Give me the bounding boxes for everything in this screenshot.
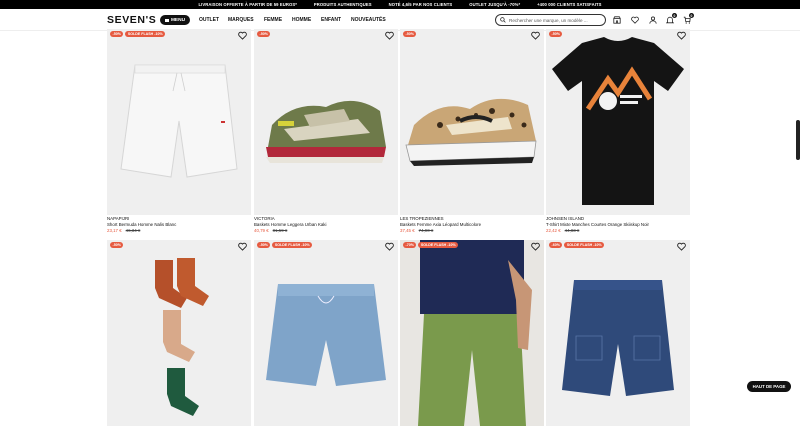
white-shorts-image: [120, 64, 238, 178]
wishlist-count-badge: 0: [672, 13, 677, 18]
menu-button[interactable]: MENU: [160, 15, 190, 25]
wishlist-heart-icon[interactable]: [677, 242, 686, 251]
discount-badge: -50%: [110, 242, 124, 248]
flash-sale-badge: SOLDE FLASH -10%: [564, 242, 605, 248]
search-input[interactable]: Rechercher une marque, un modèle ...: [495, 14, 606, 26]
promo-text: LIVRAISON OFFERTE À PARTIR DE 59 EUROS*: [198, 2, 297, 7]
discount-badge: -50%: [403, 31, 417, 37]
leopard-sneaker-image: [405, 98, 537, 166]
flash-sale-badge: SOLDE FLASH -10%: [125, 31, 166, 37]
black-tshirt-image: [552, 37, 684, 205]
site-logo[interactable]: SEVEN'S: [107, 14, 156, 26]
product-old-price: 46,34 €: [125, 228, 141, 233]
cart-icon[interactable]: 0: [682, 13, 694, 25]
nav-item-marques[interactable]: MARQUES: [228, 17, 254, 23]
search-icon: [500, 17, 506, 23]
discount-badge: -50%: [110, 31, 124, 37]
promo-text: +400 000 CLIENTS SATISFAITS: [537, 2, 602, 7]
wishlist-heart-icon[interactable]: [385, 31, 394, 40]
discount-badge: -50%: [257, 31, 271, 37]
promo-text: OUTLET JUSQU'À -70%*: [469, 2, 521, 7]
wishlist-heart-icon[interactable]: [531, 31, 540, 40]
product-price: 22,42 €: [546, 228, 561, 233]
discount-badge: -50%: [549, 31, 563, 37]
denim-shorts-image: [266, 284, 386, 386]
product-image[interactable]: [400, 29, 544, 215]
nav-item-enfant[interactable]: ENFANT: [321, 17, 341, 23]
discount-badge: -60%: [549, 242, 563, 248]
promo-text: PRODUITS AUTHENTIQUES: [313, 2, 372, 7]
discount-badge: -70%: [403, 242, 417, 248]
wishlist-heart-icon[interactable]: [385, 242, 394, 251]
menu-label: MENU: [170, 17, 186, 23]
wishlist-heart-icon[interactable]: [630, 15, 640, 25]
product-price: 23,17 €: [107, 228, 122, 233]
product-image[interactable]: [546, 240, 690, 426]
cart-count-badge: 0: [689, 13, 694, 18]
hamburger-icon: [164, 18, 169, 22]
dark-denim-shorts-image: [562, 280, 674, 396]
wishlist-heart-icon[interactable]: [531, 242, 540, 251]
search-placeholder: Rechercher une marque, un modèle ...: [509, 17, 588, 23]
product-image[interactable]: [546, 29, 690, 215]
product-old-price: 81,59 €: [272, 228, 288, 233]
page-scrollbar[interactable]: [796, 120, 800, 160]
product-old-price: 44,83 €: [564, 228, 580, 233]
product-image[interactable]: [254, 29, 398, 215]
promo-bar: LIVRAISON OFFERTE À PARTIR DE 59 EUROS* …: [0, 0, 800, 9]
flash-sale-badge: SOLDE FLASH -10%: [418, 242, 459, 248]
khaki-sneaker-image: [266, 100, 386, 163]
site-header: SEVEN'S MENU OUTLET MARQUES FEMME HOMME …: [0, 9, 800, 31]
nav-item-outlet[interactable]: OUTLET: [199, 17, 219, 23]
product-image[interactable]: [254, 240, 398, 426]
account-icon[interactable]: [648, 15, 658, 25]
nav-item-homme[interactable]: HOMME: [292, 17, 311, 23]
notifications-icon[interactable]: 0: [665, 13, 677, 25]
green-chinos-image: [418, 240, 532, 426]
product-image[interactable]: [107, 240, 251, 426]
product-price: 40,79 €: [254, 228, 269, 233]
product-old-price: 74,90 €: [418, 228, 434, 233]
product-image[interactable]: [400, 240, 544, 426]
nav-item-femme[interactable]: FEMME: [264, 17, 282, 23]
product-price: 37,45 €: [400, 228, 415, 233]
nav-item-nouveautes[interactable]: NOUVEAUTÉS: [351, 17, 386, 23]
discount-badge: -50%: [257, 242, 271, 248]
socks-image: [155, 258, 209, 416]
wishlist-heart-icon[interactable]: [238, 242, 247, 251]
back-to-top-button[interactable]: HAUT DE PAGE: [747, 381, 791, 392]
store-icon[interactable]: [612, 15, 622, 25]
wishlist-heart-icon[interactable]: [238, 31, 247, 40]
wishlist-heart-icon[interactable]: [677, 31, 686, 40]
product-image[interactable]: [107, 29, 251, 215]
promo-text: NOTÉ 4,6/5 PAR NOS CLIENTS: [388, 2, 453, 7]
flash-sale-badge: SOLDE FLASH -10%: [272, 242, 313, 248]
